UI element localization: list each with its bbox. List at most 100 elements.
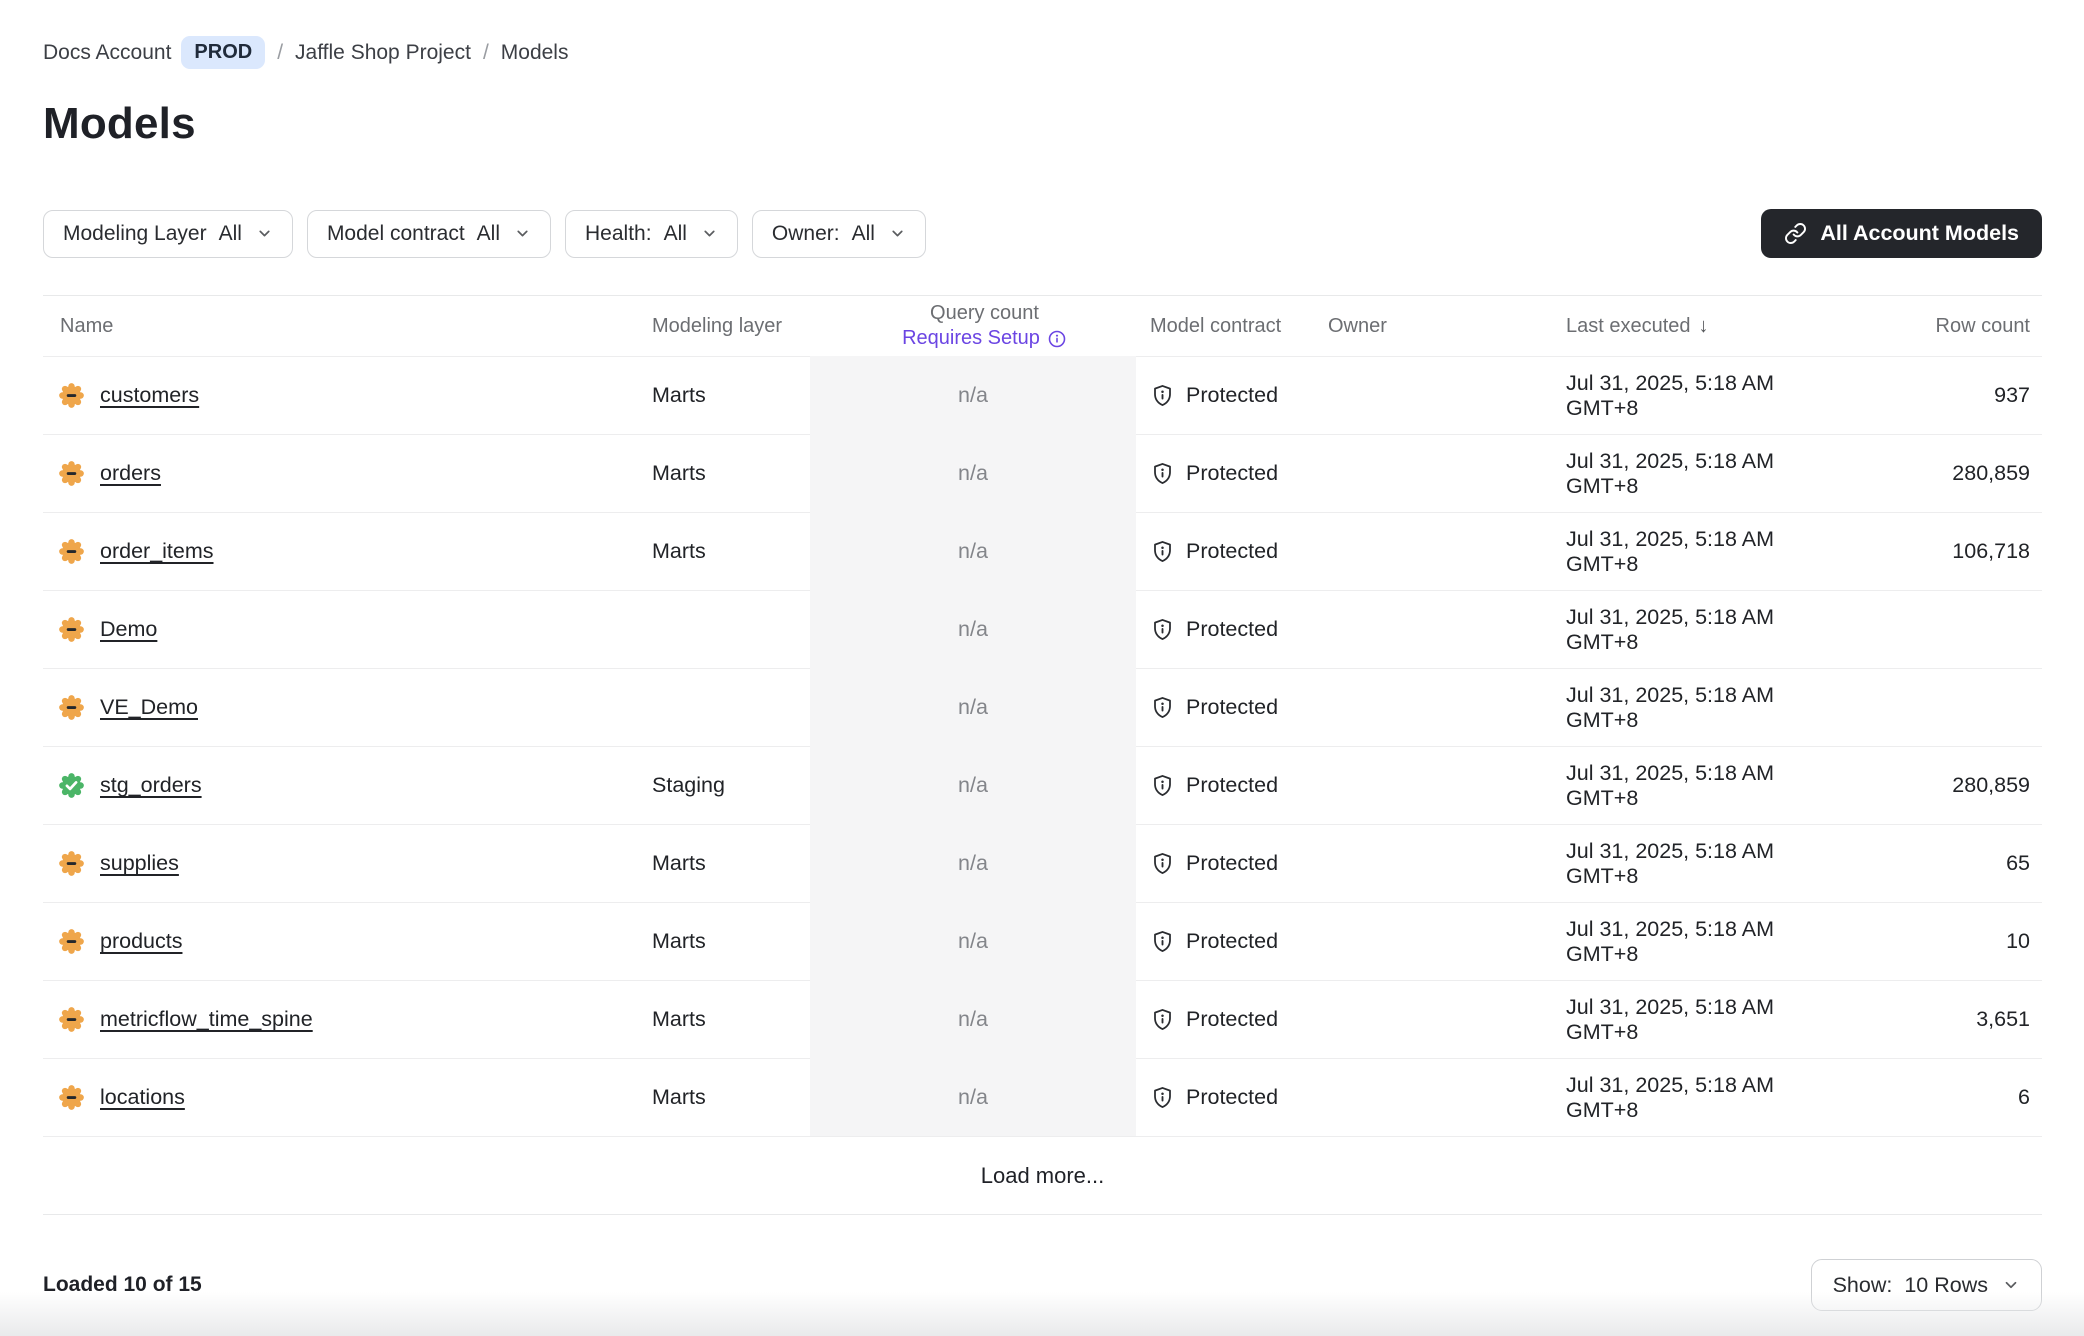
model-name-link[interactable]: stg_orders	[100, 773, 202, 798]
modeling-layer-cell	[652, 668, 810, 746]
health-warning-icon	[58, 694, 85, 721]
owner-cell	[1328, 746, 1566, 824]
column-header-model-contract[interactable]: Model contract	[1136, 296, 1328, 356]
last-executed-cell: Jul 31, 2025, 5:18 AM GMT+8	[1566, 434, 1850, 512]
query-count-cell: n/a	[810, 746, 1136, 824]
health-warning-icon	[58, 1084, 85, 1111]
filter-model-contract[interactable]: Model contract All	[307, 210, 551, 258]
shield-protected-icon	[1150, 461, 1175, 486]
owner-cell	[1328, 668, 1566, 746]
model-name-link[interactable]: VE_Demo	[100, 695, 198, 720]
info-icon[interactable]	[1047, 329, 1067, 349]
show-label: Show:	[1833, 1273, 1893, 1298]
health-warning-icon	[58, 616, 85, 643]
filter-modeling-layer[interactable]: Modeling Layer All	[43, 210, 293, 258]
column-header-modeling-layer[interactable]: Modeling layer	[652, 296, 810, 356]
name-cell: supplies	[43, 824, 652, 902]
filter-value: All	[664, 222, 687, 246]
health-warning-icon	[58, 538, 85, 565]
modeling-layer-cell: Marts	[652, 1058, 810, 1136]
all-account-models-button[interactable]: All Account Models	[1761, 209, 2042, 258]
column-header-last-executed[interactable]: Last executed ↓	[1566, 296, 1850, 356]
filter-value: All	[477, 222, 500, 246]
owner-cell	[1328, 356, 1566, 434]
column-header-owner[interactable]: Owner	[1328, 296, 1566, 356]
shield-protected-icon	[1150, 1007, 1175, 1032]
last-executed-cell: Jul 31, 2025, 5:18 AM GMT+8	[1566, 512, 1850, 590]
model-name-link[interactable]: order_items	[100, 539, 214, 564]
row-count-cell: 6	[1850, 1058, 2042, 1136]
owner-cell	[1328, 1058, 1566, 1136]
health-warning-icon	[58, 382, 85, 409]
model-name-link[interactable]: metricflow_time_spine	[100, 1007, 313, 1032]
name-cell: customers	[43, 356, 652, 434]
health-warning-icon	[58, 460, 85, 487]
health-warning-icon	[58, 928, 85, 955]
shield-protected-icon	[1150, 773, 1175, 798]
model-name-link[interactable]: Demo	[100, 617, 157, 642]
load-more-row: Load more...	[43, 1136, 2042, 1215]
model-contract-label: Protected	[1186, 1007, 1278, 1032]
breadcrumb-account[interactable]: Docs Account	[43, 41, 171, 65]
last-executed-cell: Jul 31, 2025, 5:18 AM GMT+8	[1566, 1058, 1850, 1136]
modeling-layer-cell: Marts	[652, 980, 810, 1058]
shield-protected-icon	[1150, 539, 1175, 564]
owner-cell	[1328, 980, 1566, 1058]
name-cell: VE_Demo	[43, 668, 652, 746]
name-cell: order_items	[43, 512, 652, 590]
owner-cell	[1328, 512, 1566, 590]
owner-cell	[1328, 590, 1566, 668]
row-count-cell: 280,859	[1850, 434, 2042, 512]
sort-descending-icon[interactable]: ↓	[1699, 315, 1709, 338]
column-header-query-count: Query count Requires Setup	[810, 296, 1136, 356]
filter-label: Owner:	[772, 222, 840, 246]
query-count-cell: n/a	[810, 980, 1136, 1058]
requires-setup-link[interactable]: Requires Setup	[902, 327, 1067, 350]
breadcrumb: Docs Account PROD / Jaffle Shop Project …	[0, 0, 2084, 69]
model-name-link[interactable]: customers	[100, 383, 199, 408]
model-name-link[interactable]: locations	[100, 1085, 185, 1110]
owner-cell	[1328, 434, 1566, 512]
name-cell: stg_orders	[43, 746, 652, 824]
column-header-name[interactable]: Name	[43, 296, 652, 356]
shield-protected-icon	[1150, 929, 1175, 954]
chevron-down-icon	[256, 225, 273, 242]
load-more-button[interactable]: Load more...	[981, 1163, 1105, 1189]
shield-protected-icon	[1150, 851, 1175, 876]
last-executed-cell: Jul 31, 2025, 5:18 AM GMT+8	[1566, 668, 1850, 746]
filter-health[interactable]: Health: All	[565, 210, 738, 258]
modeling-layer-cell: Marts	[652, 512, 810, 590]
model-contract-cell: Protected	[1136, 356, 1328, 434]
chevron-down-icon	[701, 225, 718, 242]
model-contract-label: Protected	[1186, 1085, 1278, 1110]
model-contract-label: Protected	[1186, 539, 1278, 564]
last-executed-cell: Jul 31, 2025, 5:18 AM GMT+8	[1566, 824, 1850, 902]
modeling-layer-cell: Marts	[652, 824, 810, 902]
query-count-cell: n/a	[810, 668, 1136, 746]
model-contract-label: Protected	[1186, 617, 1278, 642]
model-name-link[interactable]: orders	[100, 461, 161, 486]
rows-per-page-select[interactable]: Show: 10 Rows	[1811, 1259, 2042, 1311]
breadcrumb-project[interactable]: Jaffle Shop Project	[295, 41, 471, 65]
query-count-cell: n/a	[810, 356, 1136, 434]
breadcrumb-current: Models	[501, 41, 569, 65]
query-count-cell: n/a	[810, 512, 1136, 590]
chevron-down-icon	[514, 225, 531, 242]
shield-protected-icon	[1150, 383, 1175, 408]
modeling-layer-cell: Marts	[652, 434, 810, 512]
shield-protected-icon	[1150, 617, 1175, 642]
model-name-link[interactable]: products	[100, 929, 182, 954]
modeling-layer-cell	[652, 590, 810, 668]
filter-value: All	[852, 222, 875, 246]
query-count-cell: n/a	[810, 824, 1136, 902]
all-account-models-label: All Account Models	[1820, 221, 2019, 246]
filter-owner[interactable]: Owner: All	[752, 210, 926, 258]
models-table: Name Modeling layer Query count Requires…	[43, 295, 2042, 1215]
name-cell: orders	[43, 434, 652, 512]
table-row: VE_Demo n/a Protected Jul 31, 2025, 5:18…	[43, 668, 2042, 746]
owner-cell	[1328, 902, 1566, 980]
model-name-link[interactable]: supplies	[100, 851, 179, 876]
show-value: 10 Rows	[1904, 1273, 1988, 1298]
owner-cell	[1328, 824, 1566, 902]
column-header-row-count[interactable]: Row count	[1850, 296, 2042, 356]
